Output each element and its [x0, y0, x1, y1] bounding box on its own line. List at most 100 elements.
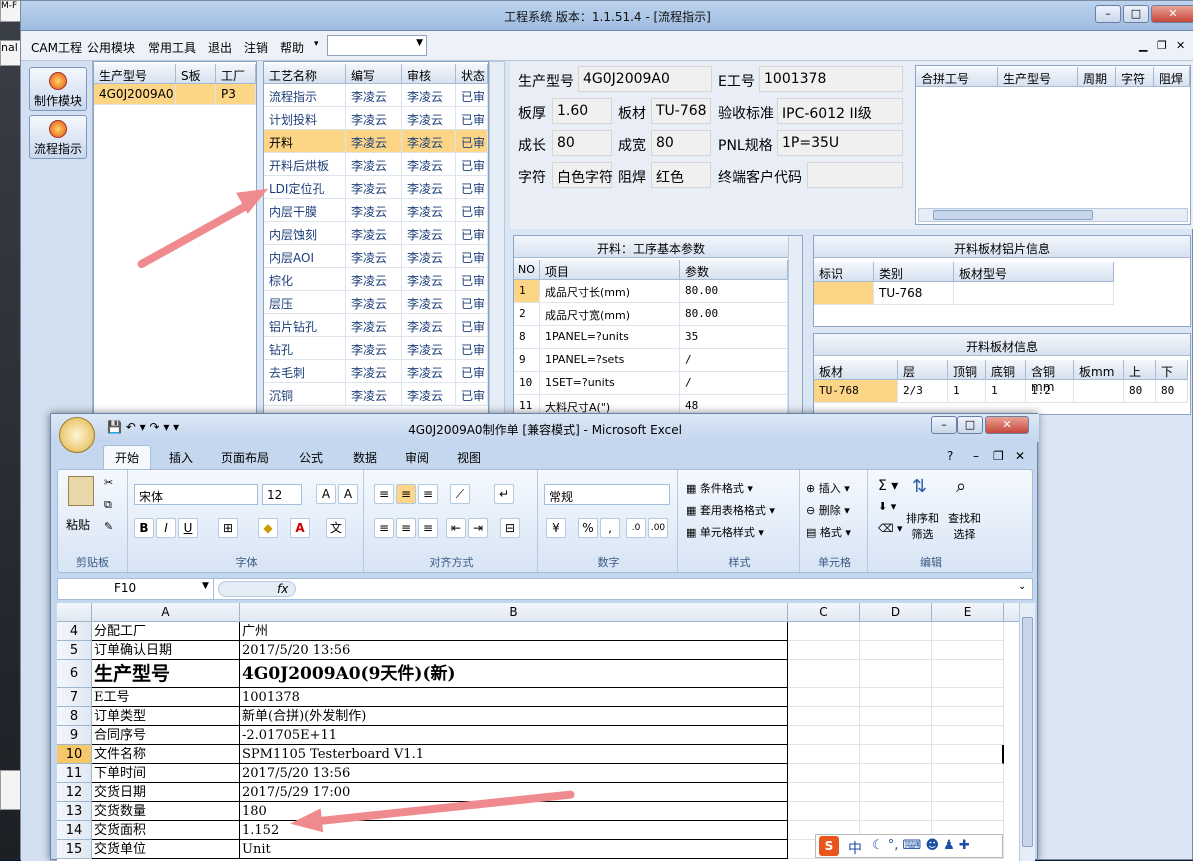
column-header[interactable]: 合拼工号 [916, 67, 998, 87]
row-header[interactable]: 7 [57, 688, 92, 707]
fill-color-icon[interactable]: ◆ [258, 518, 278, 538]
percent-icon[interactable]: % [578, 518, 598, 538]
column-header[interactable]: 生产型号 [94, 64, 176, 84]
length-field[interactable]: 80 [552, 130, 612, 156]
table-cell[interactable]: 内层蚀刻 [264, 222, 346, 245]
row-header[interactable]: 14 [57, 821, 92, 840]
autosum-icon[interactable]: Σ ▾ [878, 478, 898, 494]
table-cell[interactable]: 李凌云 [346, 268, 402, 291]
desktop-window-edge[interactable] [0, 770, 22, 810]
decrease-indent-icon[interactable]: ⇤ [446, 518, 466, 538]
table-cell[interactable]: / [680, 349, 788, 372]
table-cell[interactable]: 已审 [456, 245, 488, 268]
minimize-button[interactable]: – [1095, 5, 1121, 23]
table-cell[interactable]: 48 [680, 395, 788, 414]
increase-indent-icon[interactable]: ⇥ [468, 518, 488, 538]
table-cell[interactable]: 李凌云 [402, 222, 456, 245]
column-header[interactable]: 工艺名称 [264, 64, 346, 84]
table-cell[interactable]: 李凌云 [346, 291, 402, 314]
align-center-icon[interactable]: ≡ [396, 518, 416, 538]
table-cell[interactable]: 开料 [264, 130, 346, 153]
paste-button[interactable]: 粘贴 [66, 516, 90, 533]
cell-a[interactable]: 文件名称 [92, 745, 240, 764]
table-cell[interactable]: 80 [1124, 380, 1156, 403]
table-cell[interactable]: 层压 [264, 291, 346, 314]
column-header[interactable]: D [860, 603, 932, 622]
table-cell[interactable]: 李凌云 [402, 153, 456, 176]
tab-data[interactable]: 数据 [353, 449, 377, 466]
formula-buttons[interactable]: fx [218, 581, 296, 597]
table-cell[interactable]: 1.2 [1026, 380, 1074, 403]
help-icon[interactable]: ? [947, 449, 953, 463]
table-cell[interactable]: 大料尺寸A(") [540, 395, 680, 414]
decrease-decimal-icon[interactable]: .00 [648, 518, 668, 538]
font-color-icon[interactable]: A [290, 518, 310, 538]
empty-cell[interactable] [860, 783, 932, 802]
empty-cell[interactable] [788, 726, 860, 745]
table-cell[interactable]: 已审 [456, 199, 488, 222]
italic-icon[interactable]: I [156, 518, 176, 538]
maximize-button[interactable]: □ [957, 416, 983, 434]
align-middle-icon[interactable]: ≡ [396, 484, 416, 504]
phonetic-icon[interactable]: 文 [326, 518, 346, 538]
cell-a[interactable]: 生产型号 [92, 660, 240, 688]
table-cell[interactable]: 流程指示 [264, 84, 346, 107]
menu-cam[interactable]: CAM工程 [31, 39, 82, 56]
column-header[interactable]: 层 [898, 360, 948, 380]
mask-field[interactable]: 红色 [651, 162, 711, 188]
row-header[interactable]: 13 [57, 802, 92, 821]
font-size-box[interactable]: 12 [262, 484, 302, 505]
chevron-down-icon[interactable]: ▼ [202, 581, 209, 591]
table-cell[interactable]: 去毛刺 [264, 360, 346, 383]
empty-cell[interactable] [860, 641, 932, 660]
row-header[interactable]: 9 [57, 726, 92, 745]
column-header[interactable]: 板材 [814, 360, 898, 380]
menu-combo-box[interactable]: ▼ [327, 35, 427, 56]
table-cell[interactable]: 80.00 [680, 303, 788, 326]
empty-cell[interactable] [788, 688, 860, 707]
table-cell[interactable]: 10 [514, 372, 540, 395]
align-bottom-icon[interactable]: ≡ [418, 484, 438, 504]
column-header[interactable]: 含铜mm [1026, 360, 1074, 394]
params-scrollbar[interactable] [788, 236, 802, 414]
menu-logout[interactable]: 注销 [244, 39, 268, 56]
table-cell[interactable]: 已审 [456, 268, 488, 291]
cell-b[interactable]: 广州 [240, 622, 788, 641]
empty-cell[interactable] [788, 802, 860, 821]
table-cell[interactable]: 李凌云 [402, 245, 456, 268]
column-header[interactable]: 上 [1124, 360, 1156, 380]
table-cell[interactable]: 已审 [456, 383, 488, 406]
cell-b[interactable]: 新单(合拼)(外发制作) [240, 707, 788, 726]
empty-cell[interactable] [860, 688, 932, 707]
cell-a[interactable]: 订单确认日期 [92, 641, 240, 660]
empty-cell[interactable] [932, 660, 1004, 688]
cell-a[interactable]: 订单类型 [92, 707, 240, 726]
prod-model-field[interactable]: 4G0J2009A0 [578, 66, 712, 92]
border-icon[interactable]: ⊞ [218, 518, 238, 538]
insert-cells-button[interactable]: ⊕ 插入 ▾ [806, 480, 850, 496]
table-cell[interactable]: 已审 [456, 84, 488, 107]
table-cell[interactable]: 李凌云 [346, 360, 402, 383]
select-all[interactable] [57, 603, 92, 622]
table-cell[interactable]: 2/3 [898, 380, 948, 403]
row-header[interactable]: 4 [57, 622, 92, 641]
table-cell[interactable]: 开料后烘板 [264, 153, 346, 176]
cell-b[interactable]: 2017/5/20 13:56 [240, 764, 788, 783]
flow-indicator-button[interactable]: 流程指示 [29, 115, 87, 159]
merge-center-icon[interactable]: ⊟ [500, 518, 520, 538]
table-cell[interactable]: 80.00 [680, 280, 788, 303]
empty-cell[interactable] [788, 641, 860, 660]
cell-b[interactable]: 1001378 [240, 688, 788, 707]
cell-a[interactable]: 交货日期 [92, 783, 240, 802]
number-format-box[interactable]: 常规 [544, 484, 670, 505]
empty-cell[interactable] [932, 783, 1004, 802]
table-cell[interactable]: 李凌云 [346, 383, 402, 406]
width-field[interactable]: 80 [651, 130, 711, 156]
table-cell[interactable]: P3 [216, 84, 256, 105]
table-cell[interactable]: 李凌云 [402, 383, 456, 406]
scrollbar-thumb[interactable] [1022, 617, 1033, 847]
empty-cell[interactable] [932, 764, 1004, 783]
desktop-window-edge[interactable]: M-F [0, 0, 22, 22]
material-field[interactable]: TU-768 [651, 98, 711, 124]
formula-input[interactable] [298, 579, 1022, 599]
